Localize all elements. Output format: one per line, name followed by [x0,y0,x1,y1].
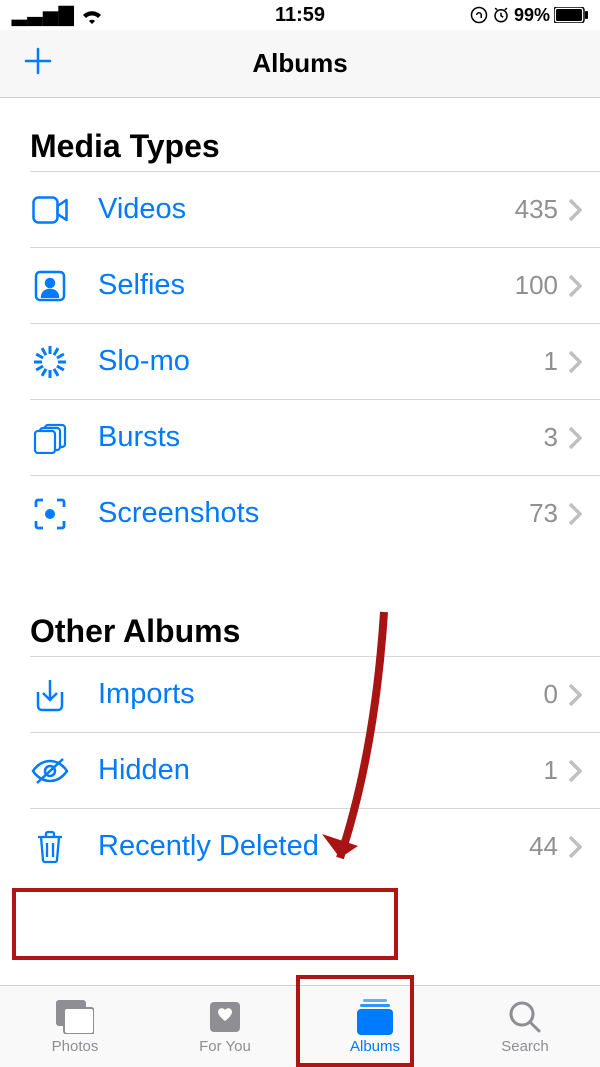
other-albums-list: Imports 0 Hidden 1 Recently Deleted 44 [30,656,600,884]
chevron-right-icon [568,759,582,783]
row-label: Selfies [98,269,515,302]
row-count: 44 [529,831,558,862]
selfies-icon [30,266,70,306]
status-right: 99% [470,5,588,26]
plus-icon [22,45,54,77]
tab-bar: Photos For You Albums Search [0,985,600,1067]
screenshots-icon [30,494,70,534]
tab-foryou[interactable]: For You [150,986,300,1067]
annotation-box-deleted [12,888,398,960]
bursts-icon [30,418,70,458]
row-bursts[interactable]: Bursts 3 [30,399,600,475]
section-header-other: Other Albums [0,613,600,656]
row-hidden[interactable]: Hidden 1 [30,732,600,808]
chevron-right-icon [568,198,582,222]
row-selfies[interactable]: Selfies 100 [30,247,600,323]
tab-photos[interactable]: Photos [0,986,150,1067]
row-label: Imports [98,678,544,711]
tab-label: Search [501,1038,549,1055]
page-title: Albums [252,48,347,79]
chevron-right-icon [568,835,582,859]
tab-search[interactable]: Search [450,986,600,1067]
row-label: Hidden [98,754,544,787]
row-label: Bursts [98,421,544,454]
row-count: 100 [515,270,558,301]
row-screenshots[interactable]: Screenshots 73 [30,475,600,551]
row-videos[interactable]: Videos 435 [30,171,600,247]
media-types-list: Videos 435 Selfies 100 Slo-mo 1 Bursts [30,171,600,551]
trash-icon [30,827,70,867]
hidden-icon [30,751,70,791]
status-time: 11:59 [275,4,325,27]
row-count: 0 [544,679,558,710]
chevron-right-icon [568,274,582,298]
add-button[interactable] [22,44,54,84]
battery-percent: 99% [514,5,550,26]
status-left: ▂▃▅▇ [12,4,104,27]
search-icon [508,999,542,1035]
chevron-right-icon [568,683,582,707]
tab-albums[interactable]: Albums [300,986,450,1067]
albums-icon [355,999,395,1035]
row-count: 3 [544,422,558,453]
tab-label: Albums [350,1038,400,1055]
content: Media Types Videos 435 Selfies 100 Slo-m… [0,98,600,884]
tab-label: For You [199,1038,251,1055]
chevron-right-icon [568,350,582,374]
row-label: Recently Deleted [98,830,529,863]
imports-icon [30,675,70,715]
nav-bar: Albums [0,30,600,98]
battery-icon [554,7,588,23]
chevron-right-icon [568,426,582,450]
row-imports[interactable]: Imports 0 [30,656,600,732]
row-count: 1 [544,346,558,377]
alarm-icon [492,6,510,24]
row-label: Videos [98,193,515,226]
signal-icon: ▂▃▅▇ [12,4,74,27]
row-count: 435 [515,194,558,225]
row-recently-deleted[interactable]: Recently Deleted 44 [30,808,600,884]
row-count: 1 [544,755,558,786]
orientation-lock-icon [470,6,488,24]
photos-icon [56,999,94,1035]
section-header-media: Media Types [0,128,600,171]
tab-label: Photos [52,1038,99,1055]
slomo-icon [30,342,70,382]
wifi-icon [80,6,104,24]
row-slomo[interactable]: Slo-mo 1 [30,323,600,399]
chevron-right-icon [568,502,582,526]
row-count: 73 [529,498,558,529]
video-icon [30,190,70,230]
status-bar: ▂▃▅▇ 11:59 99% [0,0,600,30]
row-label: Screenshots [98,497,529,530]
foryou-icon [208,999,242,1035]
row-label: Slo-mo [98,345,544,378]
